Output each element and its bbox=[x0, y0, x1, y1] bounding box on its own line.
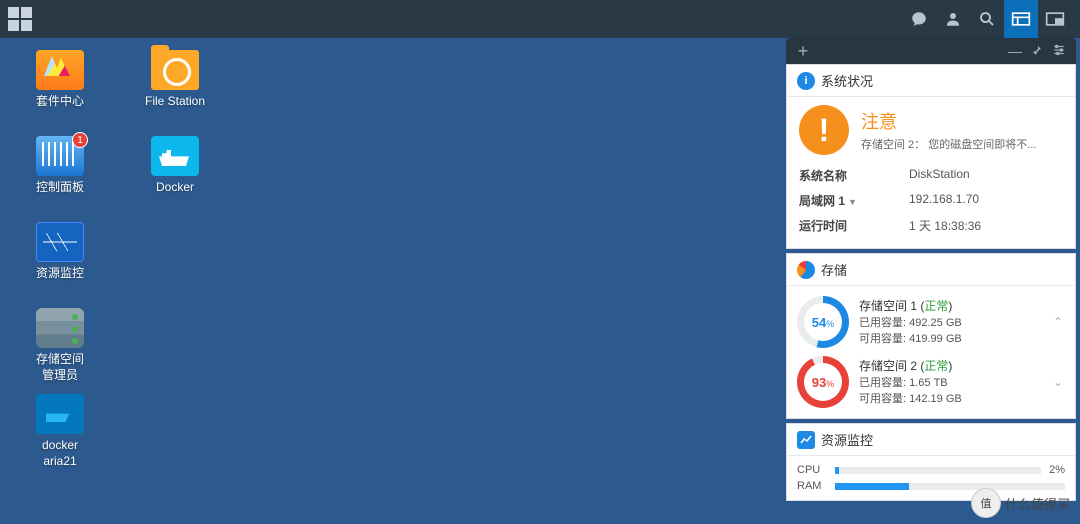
health-status-title: 注意 bbox=[861, 108, 1036, 134]
system-taskbar bbox=[0, 0, 1080, 38]
watermark: 值什么值得买 bbox=[971, 488, 1070, 518]
user-icon[interactable] bbox=[936, 0, 970, 38]
widgets-toggle-icon[interactable] bbox=[1004, 0, 1038, 38]
settings-icon[interactable] bbox=[1048, 43, 1070, 60]
info-icon: i bbox=[797, 72, 815, 90]
health-status-detail: 存储空间 2： 您的磁盘空间即将不... bbox=[861, 136, 1036, 152]
volume-row[interactable]: 54% 存储空间 1 (正常)已用容量: 492.25 GB可用容量: 419.… bbox=[797, 292, 1065, 352]
desktop-icon-control-panel[interactable]: 1控制面板 bbox=[10, 136, 110, 222]
search-icon[interactable] bbox=[970, 0, 1004, 38]
add-widget-icon[interactable]: + bbox=[792, 41, 814, 62]
pip-icon[interactable] bbox=[1038, 0, 1072, 38]
system-health-widget: i系统状况 ! 注意 存储空间 2： 您的磁盘空间即将不... 系统名称Disk… bbox=[786, 64, 1076, 249]
messages-icon[interactable] bbox=[902, 0, 936, 38]
chevron-down-icon[interactable]: ⌄ bbox=[1051, 375, 1065, 389]
alert-icon: ! bbox=[799, 105, 849, 155]
notification-badge: 1 bbox=[72, 132, 88, 148]
pin-icon[interactable] bbox=[1026, 43, 1048, 59]
cpu-bar: CPU2% bbox=[797, 462, 1065, 478]
widgets-header: + — bbox=[786, 38, 1076, 64]
pie-icon bbox=[797, 261, 815, 279]
desktop-icon-package-center[interactable]: 套件中心 bbox=[10, 50, 110, 136]
info-row-uptime: 运行时间1 天 18:38:36 bbox=[799, 213, 1063, 238]
desktop-icon-storage-manager[interactable]: 存储空间 管理员 bbox=[10, 308, 110, 394]
desktop-icon-resource-monitor[interactable]: 资源监控 bbox=[10, 222, 110, 308]
desktop-icon-docker-aria2[interactable]: docker aria21 bbox=[10, 394, 110, 480]
main-menu-button[interactable] bbox=[8, 7, 32, 31]
info-row-lan[interactable]: 局域网 1▼192.168.1.70 bbox=[799, 188, 1063, 213]
storage-widget: 存储 54% 存储空间 1 (正常)已用容量: 492.25 GB可用容量: 4… bbox=[786, 253, 1076, 419]
chart-icon bbox=[797, 431, 815, 449]
chevron-up-icon[interactable]: ⌃ bbox=[1051, 315, 1065, 329]
desktop-icon-file-station[interactable]: File Station bbox=[110, 50, 240, 136]
volume-row[interactable]: 93% 存储空间 2 (正常)已用容量: 1.65 TB可用容量: 142.19… bbox=[797, 352, 1065, 412]
widgets-panel: + — i系统状况 ! 注意 存储空间 2： 您的磁盘空间即将不... 系统名称… bbox=[786, 38, 1076, 520]
desktop-icon-docker[interactable]: Docker bbox=[110, 136, 240, 222]
minimize-icon[interactable]: — bbox=[1004, 43, 1026, 59]
chevron-down-icon: ▼ bbox=[848, 197, 857, 207]
info-row-system-name: 系统名称DiskStation bbox=[799, 163, 1063, 188]
